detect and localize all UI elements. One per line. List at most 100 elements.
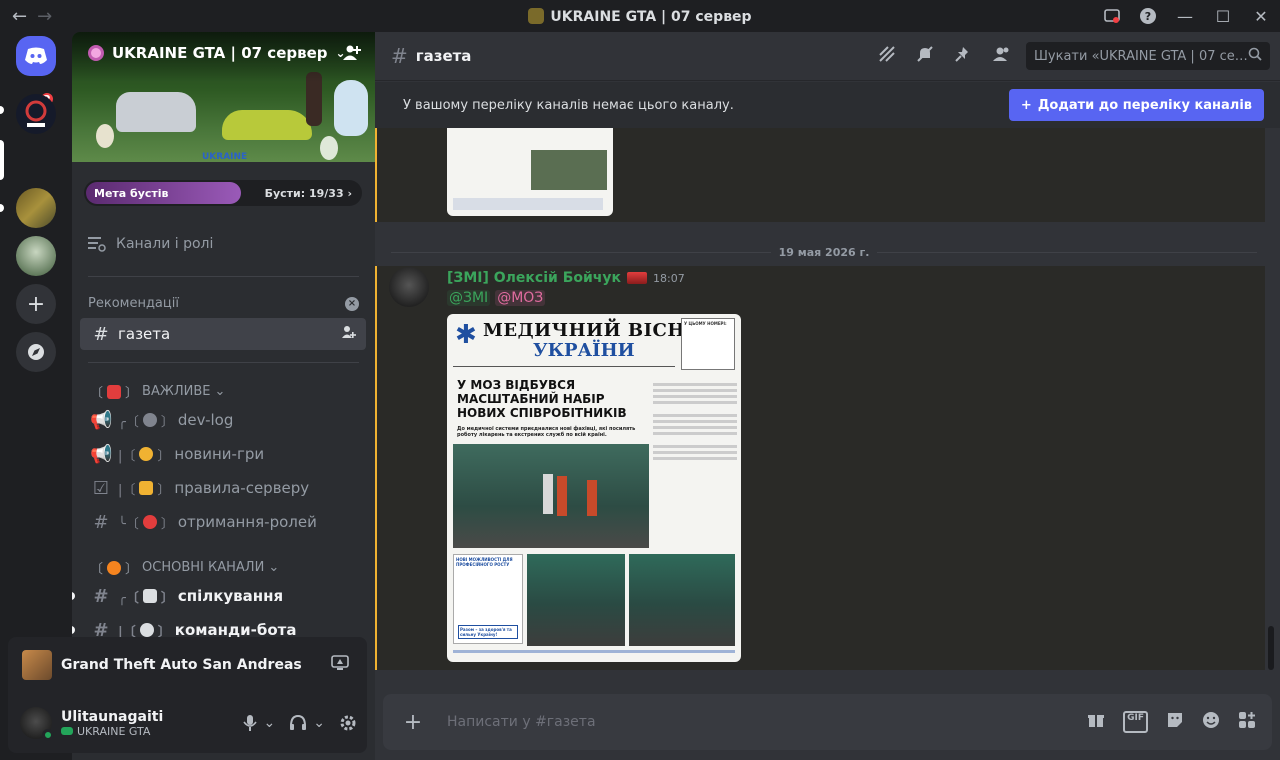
category-suffix: 〕 (125, 562, 139, 577)
header-toolbar (878, 45, 1012, 67)
apps-icon[interactable] (1238, 711, 1256, 733)
channel-dev-log[interactable]: 📢 ╭〔 〕 dev-log (80, 404, 366, 436)
channel-spilkuvannia[interactable]: # ╭〔 〕 спілкування (80, 580, 366, 612)
category-label: ОСНОВНІ КАНАЛИ (142, 560, 265, 575)
photo-figure (587, 480, 597, 516)
newspaper-sidebar-box: НОВІ МОЖЛИВОСТІ ДЛЯ ПРОФЕСІЙНОГО РОСТУ Р… (453, 554, 523, 644)
exclamation-emoji-icon (107, 384, 122, 399)
emoji-icon[interactable] (1202, 711, 1220, 733)
inbox-icon[interactable] (1094, 0, 1130, 32)
banner-bunny (334, 80, 368, 136)
newspaper-slogan: Разом – за здоров'я та сильну Україну! (458, 625, 518, 639)
hashtag-icon: # (93, 585, 109, 607)
headphones-icon[interactable] (289, 714, 307, 732)
user-avatar[interactable] (20, 707, 54, 741)
member-list-icon[interactable] (992, 45, 1012, 67)
sticker-icon[interactable] (1166, 711, 1184, 733)
add-server-icon[interactable]: + (16, 284, 56, 324)
invite-people-icon[interactable] (343, 44, 361, 66)
chevron-down-icon: ⌄ (268, 560, 280, 575)
channel-novyny-hry[interactable]: 📢 |〔 〕 новини-гри (80, 438, 366, 470)
previous-newspaper-image[interactable] (447, 128, 613, 216)
divider-line (877, 252, 1258, 253)
scrollbar-thumb[interactable] (1268, 626, 1274, 670)
home-button[interactable] (16, 36, 56, 76)
category-main-channels[interactable]: 〔 〕 ОСНОВНІ КАНАЛИ ⌄ (90, 558, 279, 577)
newspaper-footer (453, 650, 735, 653)
megaphone-icon: 📢 (90, 409, 113, 431)
boost-goal-bar[interactable]: Мета бустів Бусти: 19/33 › (84, 180, 362, 206)
gift-icon[interactable] (1087, 711, 1105, 733)
help-icon[interactable]: ? (1130, 0, 1166, 32)
channel-pravyla-serveru[interactable]: ☑ |〔 〕 правила-серверу (80, 472, 366, 504)
server-ukraine-gta-07-icon[interactable] (16, 140, 56, 180)
divider (88, 362, 359, 363)
server-varta-icon[interactable] (16, 94, 56, 134)
category-important[interactable]: 〔 〕 ВАЖЛИВЕ ⌄ (90, 382, 225, 401)
search-icon (1248, 47, 1262, 65)
author-name[interactable]: [ЗМІ] Олексій Бойчук (447, 270, 621, 286)
newspaper-main-photo (453, 444, 649, 548)
mute-bell-icon[interactable] (916, 45, 934, 67)
attach-plus-icon[interactable]: + (401, 710, 425, 735)
role-mention-zmi[interactable]: @ЗМІ (447, 290, 491, 306)
divider (88, 276, 359, 277)
server-name-header[interactable]: UKRAINE GTA | 07 сервер ⌄ (88, 44, 346, 62)
user-info[interactable]: Ulitaunagaiti UKRAINE GTA (61, 709, 163, 738)
bell-emoji-icon (139, 447, 154, 461)
channel-list-notice: У вашому переліку каналів немає цього ка… (375, 82, 1280, 128)
recommendations-header: Рекомендації × (88, 296, 359, 311)
server-character-icon[interactable] (16, 236, 56, 276)
threads-icon[interactable] (878, 45, 896, 67)
user-panel: Ulitaunagaiti UKRAINE GTA ⌄ ⌄ (8, 693, 367, 753)
search-input[interactable]: Шукати «UKRAINE GTA | 07 сервер» (1026, 42, 1270, 70)
maximize-icon[interactable]: ☐ (1204, 0, 1242, 32)
channel-prefix: ╭〔 (118, 590, 139, 606)
role-mention-moz[interactable]: @МОЗ (495, 290, 546, 306)
channel-header: # газета Шукати «UKRAINE GTA | 07 сервер… (375, 32, 1280, 81)
newspaper-subtitle: УКРАЇНИ (533, 340, 635, 361)
photo-figure (543, 474, 553, 514)
add-member-icon[interactable] (342, 325, 356, 343)
channel-suffix: 〕 (157, 448, 171, 464)
add-to-channel-list-button[interactable]: + Додати до переліку каналів (1008, 89, 1264, 121)
close-icon[interactable]: ✕ (1242, 0, 1280, 32)
server-mini-icon (528, 8, 545, 24)
newspaper-image-attachment[interactable]: ✱ МЕДИЧНИЙ ВІСНИК УКРАЇНИ У ЦЬОМУ НОМЕРІ… (447, 314, 741, 662)
stream-screen-icon[interactable] (331, 655, 349, 675)
channel-gazeta[interactable]: # газета (80, 318, 366, 350)
server-ukraine-gta-icon[interactable] (16, 188, 56, 228)
voice-controls: ⌄ ⌄ (242, 714, 357, 732)
medical-star-icon: ✱ (455, 320, 477, 350)
gif-icon[interactable]: GIF (1123, 711, 1148, 733)
channel-name: новини-гри (174, 445, 265, 463)
newspaper-rule (453, 366, 675, 367)
robot-emoji-icon (139, 623, 154, 637)
chevron-down-icon[interactable]: ⌄ (313, 715, 325, 731)
fire-emoji-icon (107, 560, 122, 575)
game-name: Grand Theft Auto San Andreas (61, 657, 302, 673)
message-input-placeholder: Написати у #газета (447, 714, 596, 730)
channel-otrymannia-rolei[interactable]: # ╰〔 〕 отримання-ролей (80, 506, 366, 538)
username: Ulitaunagaiti (61, 708, 164, 725)
channel-prefix: ╰〔 (118, 516, 139, 532)
channel-name: dev-log (177, 411, 234, 429)
server-banner[interactable]: UKRAINE UKRAINE GTA | 07 сервер ⌄ (72, 32, 375, 162)
channel-name: газета (118, 325, 171, 343)
banner-egg (320, 136, 338, 160)
discover-icon[interactable] (16, 332, 56, 372)
speech-emoji-icon (142, 589, 157, 603)
settings-gear-icon[interactable] (339, 714, 357, 732)
channels-and-roles[interactable]: Канали і ролі (88, 236, 213, 252)
minimize-icon[interactable]: — (1166, 0, 1204, 32)
microphone-icon[interactable] (242, 714, 258, 732)
message-composer[interactable]: + Написати у #газета GIF (383, 694, 1272, 750)
channel-name: правила-серверу (174, 479, 310, 497)
pin-icon[interactable] (954, 45, 972, 67)
gear-emoji-icon (142, 413, 157, 427)
channel-name: отримання-ролей (177, 513, 317, 531)
author-avatar[interactable] (389, 267, 429, 307)
server-name: UKRAINE GTA | 07 сервер (112, 44, 328, 62)
chevron-down-icon[interactable]: ⌄ (264, 715, 276, 731)
dismiss-icon[interactable]: × (345, 296, 359, 311)
